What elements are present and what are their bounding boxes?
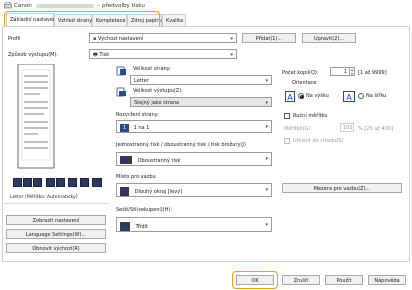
output-size-select[interactable]: Stejný jako strana ▾ bbox=[130, 97, 272, 107]
printer-app-icon bbox=[4, 2, 12, 9]
preview-caption: Letter [Měřítko: Automaticky] bbox=[10, 195, 78, 200]
staple-select[interactable]: Třídit ▾ bbox=[116, 217, 272, 232]
chevron-down-icon: ▾ bbox=[265, 124, 268, 130]
redacted-printer-name bbox=[35, 3, 94, 8]
cancel-button[interactable]: Zrušit bbox=[282, 275, 320, 285]
apply-button[interactable]: Použít bbox=[325, 275, 363, 285]
profile-value: Výchozí nastavení bbox=[97, 36, 144, 42]
binding-value: Dlouhý okraj [levý] bbox=[134, 189, 183, 195]
profile-label: Profil bbox=[8, 36, 21, 42]
chevron-down-icon: ▾ bbox=[265, 222, 268, 228]
scale-range: % [25 až 400] bbox=[358, 126, 394, 132]
page-size-label: Velikost strany: bbox=[133, 66, 171, 72]
staple-value: Třídit bbox=[135, 224, 148, 230]
output-size-label: Velikost výstupu(Z): bbox=[133, 88, 183, 94]
binding-select[interactable]: Dlouhý okraj [levý] ▾ bbox=[116, 183, 272, 197]
output-method-value: Tisk bbox=[99, 52, 110, 58]
page-size-value: Letter bbox=[134, 78, 149, 84]
portrait-radio[interactable] bbox=[298, 93, 304, 99]
copies-range: [1 až 9999] bbox=[358, 70, 387, 76]
chevron-down-icon: ▾ bbox=[265, 156, 268, 162]
copies-stepper[interactable]: ▴ ▾ bbox=[349, 67, 355, 76]
page-layout-number-icon: 1 bbox=[120, 124, 129, 132]
duplex-icon bbox=[120, 156, 132, 164]
manual-scaling-checkbox[interactable] bbox=[284, 113, 290, 119]
ok-highlight bbox=[232, 271, 278, 289]
window-title: Canon – předvolby tisku bbox=[14, 3, 145, 9]
copies-label: Počet kopií(Q): bbox=[282, 70, 319, 76]
window-title-prefix: Canon bbox=[14, 3, 32, 9]
duplex-select[interactable]: Oboustranný tisk ▾ bbox=[116, 152, 272, 166]
help-button[interactable]: Nápověda bbox=[368, 275, 406, 285]
chevron-down-icon: ▾ bbox=[230, 36, 233, 42]
portrait-label: Na výšku bbox=[306, 93, 329, 99]
profile-select[interactable]: ▪ Výchozí nastavení ▾ bbox=[89, 33, 237, 43]
duplex-value: Oboustranný tisk bbox=[137, 157, 181, 164]
landscape-icon: A bbox=[343, 91, 355, 102]
tab-quality[interactable]: Kvalita bbox=[162, 14, 186, 26]
tab-label: Kvalita bbox=[166, 18, 184, 24]
finishing-icon-4 bbox=[46, 178, 55, 187]
landscape-label: Na šířku bbox=[366, 93, 387, 99]
chevron-down-icon: ▾ bbox=[265, 187, 268, 193]
staple-label: Sešít/Stl(sekupení)(H): bbox=[116, 207, 173, 213]
page-size-icon bbox=[116, 66, 126, 76]
edit-profile-button[interactable]: Upravit(2)... bbox=[302, 33, 356, 43]
divider bbox=[4, 203, 108, 204]
finishing-icon-7 bbox=[80, 178, 89, 187]
finishing-icon-3 bbox=[33, 178, 42, 187]
finishing-icon-6 bbox=[68, 178, 77, 187]
manual-scaling-label: Ruční měřítko bbox=[293, 113, 328, 119]
profile-icon: ▪ bbox=[93, 36, 97, 42]
language-settings-button[interactable]: Language Settings(W)... bbox=[6, 229, 106, 239]
duplex-label: Jednostranný tisk / oboustranný tisk / t… bbox=[116, 142, 246, 148]
portrait-icon: A bbox=[285, 91, 295, 102]
finishing-icon-5 bbox=[56, 178, 65, 187]
scale-input[interactable]: 100 bbox=[340, 123, 354, 132]
finishing-icon-2 bbox=[23, 178, 32, 187]
restore-defaults-button[interactable]: Obnovit výchozí(R) bbox=[6, 243, 106, 253]
window-title-suffix: – předvolby tisku bbox=[97, 3, 145, 9]
center-position-checkbox[interactable] bbox=[284, 138, 290, 144]
page-layout-value: 1 na 1 bbox=[133, 125, 150, 131]
landscape-radio[interactable] bbox=[358, 93, 364, 99]
page-layout-label: Rozvržení strany: bbox=[116, 112, 159, 118]
page-size-select[interactable]: Letter ▾ bbox=[130, 75, 272, 85]
page-layout-select[interactable]: 1 1 na 1 ▾ bbox=[116, 120, 272, 133]
orientation-label: Orientace bbox=[292, 80, 317, 86]
finishing-icon-8 bbox=[92, 178, 102, 187]
collate-icon bbox=[120, 222, 130, 231]
output-size-icon bbox=[116, 87, 126, 97]
page-preview bbox=[17, 64, 55, 169]
chevron-down-icon: ▾ bbox=[265, 100, 268, 106]
finishing-icon-1 bbox=[13, 178, 22, 187]
scale-label: Měřítko(G): bbox=[284, 126, 313, 132]
output-method-select[interactable]: 🖶 Tisk ▾ bbox=[89, 49, 237, 59]
chevron-down-icon: ▾ bbox=[265, 78, 268, 84]
output-method-label: Způsob výstupu(M): bbox=[8, 52, 59, 58]
chevron-down-icon: ▾ bbox=[230, 52, 233, 58]
output-size-value: Stejný jako strana bbox=[134, 100, 180, 106]
copies-input[interactable]: 1 bbox=[330, 67, 350, 76]
print-icon: 🖶 bbox=[93, 52, 98, 58]
center-position-label: Umístit do středu(S) bbox=[293, 138, 344, 144]
gutter-button[interactable]: Mezera pro vazbu(Z)... bbox=[282, 183, 402, 193]
binding-icon bbox=[120, 187, 129, 196]
show-settings-button[interactable]: Zobrazit nastavení bbox=[6, 215, 106, 225]
binding-label: Místo pro vazbu bbox=[116, 174, 156, 180]
add-profile-button[interactable]: Přidat(1)... bbox=[242, 33, 296, 43]
